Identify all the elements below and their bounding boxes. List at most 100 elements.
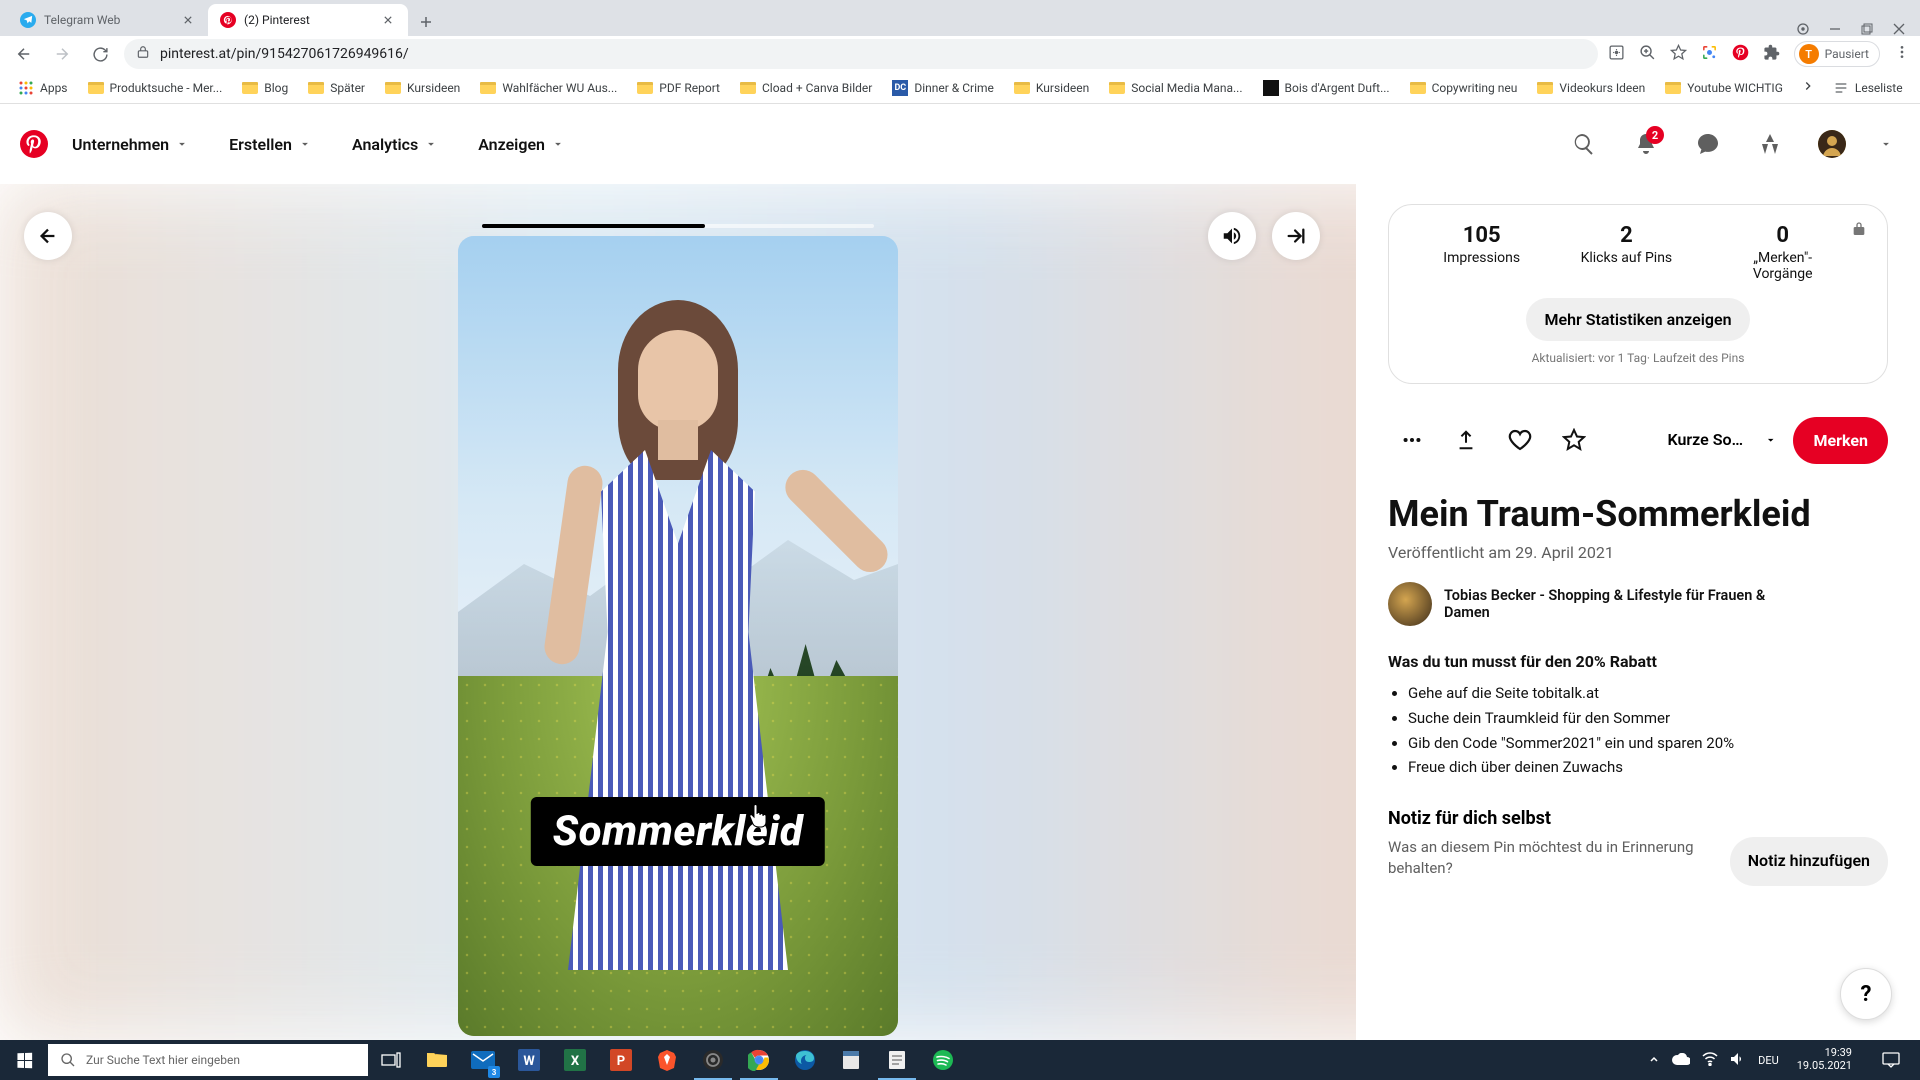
skip-button[interactable] (1272, 212, 1320, 260)
bookmark-item[interactable]: Produktsuche - Mer... (80, 77, 231, 99)
powerpoint-button[interactable]: P (598, 1040, 644, 1080)
bookmark-item[interactable]: Videokurs Ideen (1529, 77, 1653, 99)
bookmark-item[interactable]: Youtube WICHTIG (1657, 77, 1791, 99)
share-button[interactable] (1442, 416, 1490, 464)
bookmark-item[interactable]: Social Media Mana... (1101, 77, 1250, 99)
help-button[interactable]: ? (1840, 968, 1892, 1020)
bookmark-item[interactable]: Bois d'Argent Duft... (1255, 76, 1398, 100)
word-button[interactable]: W (506, 1040, 552, 1080)
board-selector[interactable]: Kurze Somm... (1667, 430, 1777, 449)
reading-list-button[interactable]: Leseliste (1825, 76, 1911, 100)
close-icon[interactable] (180, 12, 196, 28)
updates-button[interactable] (1748, 122, 1792, 166)
app-button-2[interactable] (874, 1040, 920, 1080)
address-bar[interactable]: pinterest.at/pin/915427061726949616/ (124, 39, 1598, 69)
bookmark-item[interactable]: Copywriting neu (1402, 77, 1526, 99)
tray-expand-button[interactable] (1648, 1053, 1660, 1068)
stats-updated-text: Aktualisiert: vor 1 Tag· Laufzeit des Pi… (1413, 351, 1863, 365)
google-lens-icon[interactable] (1701, 44, 1718, 65)
onedrive-icon[interactable] (1672, 1053, 1690, 1068)
notifications-button[interactable]: 2 (1624, 122, 1668, 166)
file-explorer-button[interactable] (414, 1040, 460, 1080)
spotify-button[interactable] (920, 1040, 966, 1080)
back-button[interactable] (24, 212, 72, 260)
action-center-button[interactable] (1870, 1040, 1912, 1080)
bookmark-item[interactable]: Wahlfächer WU Aus... (472, 77, 625, 99)
volume-icon[interactable] (1730, 1052, 1746, 1069)
author-row[interactable]: Tobias Becker - Shopping & Lifestyle für… (1388, 582, 1888, 626)
pinterest-ext-icon[interactable] (1732, 44, 1749, 65)
more-icon (1401, 429, 1423, 451)
bookmark-item[interactable]: Kursideen (377, 77, 468, 99)
nav-ads[interactable]: Anzeigen (470, 123, 573, 166)
search-button[interactable] (1562, 122, 1606, 166)
apps-button[interactable]: Apps (10, 76, 76, 100)
powerpoint-icon: P (610, 1049, 632, 1071)
excel-button[interactable]: X (552, 1040, 598, 1080)
zoom-icon[interactable] (1639, 44, 1656, 65)
updates-icon (1758, 132, 1782, 156)
extensions-icon[interactable] (1763, 44, 1780, 65)
tab-pinterest[interactable]: (2) Pinterest (208, 4, 408, 36)
wifi-icon[interactable] (1702, 1052, 1718, 1069)
nav-create[interactable]: Erstellen (221, 123, 320, 166)
back-button[interactable] (10, 40, 38, 68)
folder-icon (1537, 82, 1553, 94)
bookmark-item[interactable]: Später (300, 77, 373, 99)
save-button[interactable]: Merken (1793, 417, 1888, 464)
bookmark-star-icon[interactable] (1670, 44, 1687, 65)
task-view-button[interactable] (368, 1040, 414, 1080)
favorite-button[interactable] (1550, 416, 1598, 464)
dior-icon (1263, 80, 1279, 96)
nav-business[interactable]: Unternehmen (64, 123, 197, 166)
reload-button[interactable] (86, 40, 114, 68)
more-stats-button[interactable]: Mehr Statistiken anzeigen (1526, 298, 1749, 341)
like-button[interactable] (1496, 416, 1544, 464)
new-tab-button[interactable] (412, 8, 440, 36)
clock[interactable]: 19:39 19.05.2021 (1791, 1047, 1858, 1072)
bookmark-item[interactable]: DCDinner & Crime (884, 76, 1002, 100)
site-info-icon[interactable] (136, 45, 150, 63)
app-icon (841, 1049, 861, 1071)
start-button[interactable] (0, 1040, 48, 1080)
pinterest-logo-icon[interactable] (20, 130, 48, 158)
edge-button[interactable] (782, 1040, 828, 1080)
lang-indicator[interactable]: DEU (1758, 1054, 1779, 1067)
video-progress[interactable] (482, 224, 874, 228)
maximize-button[interactable] (1860, 22, 1874, 36)
pin-image[interactable]: Sommerkleid (458, 236, 898, 1036)
add-note-button[interactable]: Notiz hinzufügen (1730, 837, 1888, 886)
install-app-icon[interactable] (1608, 44, 1625, 65)
mail-button[interactable]: 3 (460, 1040, 506, 1080)
dc-icon: DC (892, 80, 908, 96)
close-window-button[interactable] (1892, 22, 1906, 36)
obs-button[interactable] (690, 1040, 736, 1080)
bookmark-item[interactable]: PDF Report (629, 77, 728, 99)
kebab-menu-icon[interactable] (1894, 44, 1910, 64)
account-menu[interactable] (1872, 122, 1900, 166)
folder-icon (480, 82, 496, 94)
list-item: Suche dein Traumkleid für den Sommer (1408, 706, 1888, 731)
messages-button[interactable] (1686, 122, 1730, 166)
tab-telegram[interactable]: Telegram Web (8, 4, 208, 36)
bookmark-item[interactable]: Blog (234, 77, 296, 99)
profile-paused-pill[interactable]: T Pausiert (1794, 41, 1880, 67)
pin-media-area: Sommerkleid (0, 184, 1356, 1040)
chrome-button[interactable] (736, 1040, 782, 1080)
brave-button[interactable] (644, 1040, 690, 1080)
taskbar-search[interactable]: Zur Suche Text hier eingeben (48, 1044, 368, 1076)
nav-analytics[interactable]: Analytics (344, 123, 446, 166)
volume-icon (1221, 225, 1243, 247)
account-dot-icon[interactable] (1796, 22, 1810, 36)
minimize-button[interactable] (1828, 22, 1842, 36)
forward-button[interactable] (48, 40, 76, 68)
mute-button[interactable] (1208, 212, 1256, 260)
bookmark-item[interactable]: Cload + Canva Bilder (732, 77, 880, 99)
profile-button[interactable] (1810, 122, 1854, 166)
app-button-1[interactable] (828, 1040, 874, 1080)
bookmarks-overflow[interactable] (1795, 79, 1821, 96)
author-name: Tobias Becker - Shopping & Lifestyle für… (1444, 587, 1804, 621)
more-options-button[interactable] (1388, 416, 1436, 464)
bookmark-item[interactable]: Kursideen (1006, 77, 1097, 99)
close-icon[interactable] (380, 12, 396, 28)
